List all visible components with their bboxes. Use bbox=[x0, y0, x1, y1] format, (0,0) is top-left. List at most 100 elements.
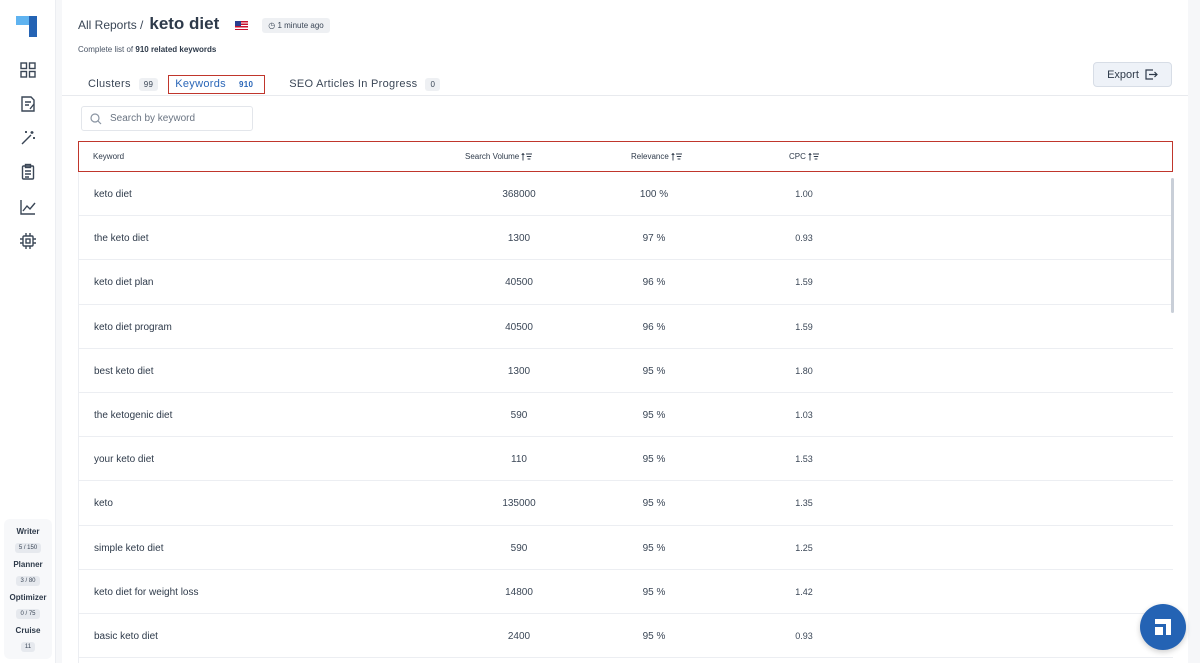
volume-cell: 2400 bbox=[507, 630, 531, 642]
sidebar: Writer 5 / 150 Planner 3 / 80 Optimizer … bbox=[0, 0, 56, 663]
volume-cell: 590 bbox=[510, 542, 528, 554]
keyword-cell: the keto diet bbox=[94, 233, 149, 245]
tab-clusters[interactable]: Clusters 99 bbox=[78, 75, 164, 94]
cpc-cell: 0.93 bbox=[795, 233, 813, 244]
keyword-cell: keto diet plan bbox=[94, 277, 154, 289]
keyword-count-subtitle: Complete list of 910 related keywords bbox=[78, 45, 217, 54]
search-input[interactable] bbox=[110, 113, 240, 124]
main-content: All Reports / keto diet ◷ 1 minute ago C… bbox=[62, 0, 1188, 663]
keyword-cell: simple keto diet bbox=[94, 542, 164, 554]
table-row[interactable]: the ketogenic diet 590 95 % 1.03 bbox=[79, 392, 1173, 438]
cpc-cell: 1.00 bbox=[795, 189, 813, 199]
export-icon bbox=[1145, 69, 1158, 80]
usage-panel: Writer 5 / 150 Planner 3 / 80 Optimizer … bbox=[4, 519, 52, 659]
volume-cell: 110 bbox=[511, 454, 527, 466]
relevance-cell: 95 % bbox=[642, 409, 666, 421]
keyword-search[interactable] bbox=[81, 106, 253, 131]
keyword-cell: best keto diet bbox=[94, 365, 154, 377]
volume-cell: 1300 bbox=[507, 233, 531, 245]
table-row[interactable]: simple keto diet 590 95 % 1.25 bbox=[79, 525, 1173, 570]
volume-cell: 1300 bbox=[507, 365, 531, 377]
relevance-cell: 95 % bbox=[642, 365, 666, 377]
volume-cell: 40500 bbox=[505, 321, 533, 333]
table-row[interactable]: keto 135000 95 % 1.35 bbox=[79, 481, 1173, 526]
keyword-cell: the ketogenic diet bbox=[94, 409, 173, 421]
chat-assistant-button[interactable] bbox=[1140, 604, 1186, 650]
app: Writer 5 / 150 Planner 3 / 80 Optimizer … bbox=[0, 0, 1200, 663]
tab-count-badge: 910 bbox=[238, 79, 254, 89]
table-row[interactable]: keto diet plan 40500 96 % 1.59 bbox=[79, 260, 1173, 305]
cpc-cell: 1.53 bbox=[795, 454, 813, 465]
breadcrumb-all-reports[interactable]: All Reports / bbox=[78, 18, 143, 32]
cpc-cell: 1.59 bbox=[795, 277, 813, 288]
tab-count-badge: 99 bbox=[138, 77, 159, 91]
table-header: Keyword Search Volume Relevance CPC bbox=[78, 141, 1173, 172]
sort-icon[interactable] bbox=[808, 152, 820, 161]
keyword-cell: keto diet program bbox=[94, 321, 172, 333]
keyword-cell: keto diet for weight loss bbox=[94, 586, 199, 598]
table-scrollbar[interactable] bbox=[1171, 178, 1174, 313]
report-tabs: Clusters 99 Keywords 910 SEO Articles In… bbox=[78, 72, 460, 96]
column-search-volume[interactable]: Search Volume bbox=[465, 152, 533, 161]
relevance-cell: 95 % bbox=[642, 542, 666, 554]
cpc-cell: 1.80 bbox=[795, 365, 813, 376]
updated-time-badge: ◷ 1 minute ago bbox=[262, 18, 330, 33]
volume-cell: 14800 bbox=[505, 586, 533, 598]
column-cpc[interactable]: CPC bbox=[789, 152, 820, 161]
tabs-divider bbox=[62, 95, 1188, 96]
column-keyword[interactable]: Keyword bbox=[93, 152, 124, 161]
keyword-table-body: keto diet 368000 100 % 1.00 the keto diet 13… bbox=[78, 172, 1173, 663]
cpc-cell: 1.25 bbox=[795, 542, 813, 553]
keyword-cell: basic keto diet bbox=[94, 630, 158, 642]
cpc-cell: 0.93 bbox=[795, 630, 813, 641]
cpc-cell: 1.03 bbox=[795, 409, 813, 420]
volume-cell: 135000 bbox=[502, 498, 536, 510]
sort-icon[interactable] bbox=[521, 152, 533, 161]
tab-count-badge: 0 bbox=[425, 77, 441, 91]
page-title: keto diet bbox=[149, 14, 220, 33]
relevance-cell: 96 % bbox=[642, 321, 666, 333]
relevance-cell: 95 % bbox=[642, 586, 666, 598]
relevance-cell: 97 % bbox=[642, 233, 666, 245]
volume-cell: 368000 bbox=[502, 189, 536, 200]
volume-cell: 590 bbox=[510, 409, 528, 421]
relevance-cell: 95 % bbox=[642, 454, 666, 466]
table-row[interactable]: keto diet for weight loss 14800 95 % 1.42 bbox=[79, 569, 1173, 614]
us-flag-icon bbox=[235, 21, 249, 30]
clipboard-icon[interactable] bbox=[18, 162, 38, 182]
usage-writer: Writer 5 / 150 bbox=[14, 527, 42, 553]
table-row[interactable]: keto diet 368000 100 % 1.00 bbox=[79, 172, 1173, 217]
table-row[interactable]: basic keto diet 2400 95 % 0.93 bbox=[79, 613, 1173, 659]
usage-cruise: Cruise 11 bbox=[15, 626, 41, 652]
tab-keywords[interactable]: Keywords 910 bbox=[168, 74, 266, 94]
cpc-cell: 1.35 bbox=[795, 498, 813, 509]
brand-logo-icon[interactable] bbox=[16, 16, 37, 37]
keyword-cell: keto bbox=[94, 498, 113, 510]
page-header: All Reports / keto diet ◷ 1 minute ago bbox=[78, 14, 330, 40]
table-row[interactable]: your keto diet 110 95 % 1.53 bbox=[79, 437, 1173, 482]
analytics-chart-icon[interactable] bbox=[18, 197, 38, 217]
usage-planner: Planner 3 / 80 bbox=[13, 560, 43, 586]
relevance-cell: 96 % bbox=[642, 277, 666, 289]
tab-seo-articles[interactable]: SEO Articles In Progress 0 bbox=[279, 75, 446, 94]
cpc-cell: 1.42 bbox=[795, 586, 813, 597]
relevance-cell: 95 % bbox=[642, 498, 666, 510]
keyword-cell: your keto diet bbox=[94, 454, 155, 466]
chip-icon[interactable] bbox=[18, 231, 38, 251]
table-row[interactable]: keto diet program 40500 96 % 1.59 bbox=[79, 304, 1173, 349]
volume-cell: 40500 bbox=[505, 277, 533, 289]
relevance-cell: 95 % bbox=[642, 630, 666, 642]
brand-logo-icon bbox=[1155, 619, 1171, 635]
magic-wand-icon[interactable] bbox=[18, 128, 38, 148]
column-relevance[interactable]: Relevance bbox=[631, 152, 683, 161]
cpc-cell: 1.59 bbox=[795, 321, 813, 332]
search-icon bbox=[90, 112, 102, 124]
usage-optimizer: Optimizer 0 / 75 bbox=[9, 593, 47, 619]
edit-document-icon[interactable] bbox=[18, 94, 38, 114]
table-row[interactable]: best keto diet 1300 95 % 1.80 bbox=[79, 348, 1173, 393]
keyword-cell: keto diet bbox=[94, 189, 132, 200]
export-button[interactable]: Export bbox=[1093, 62, 1172, 87]
sort-icon[interactable] bbox=[671, 152, 683, 161]
dashboard-icon[interactable] bbox=[18, 60, 38, 80]
table-row[interactable]: the keto diet 1300 97 % 0.93 bbox=[79, 216, 1173, 261]
